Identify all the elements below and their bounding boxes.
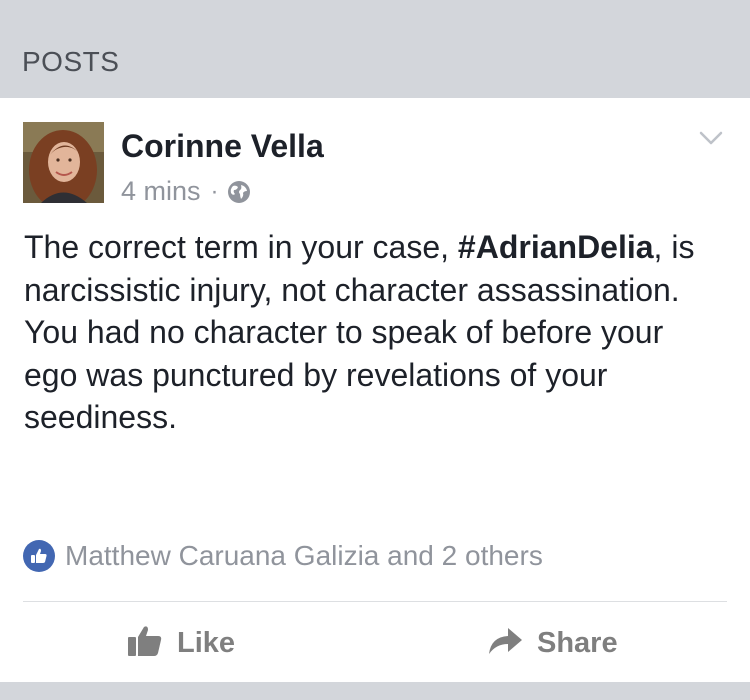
avatar[interactable]	[23, 122, 104, 203]
divider	[23, 601, 727, 602]
globe-icon	[227, 180, 251, 204]
like-label: Like	[177, 626, 236, 659]
post-card: Corinne Vella 4 mins · The correct term …	[0, 98, 750, 682]
author-name[interactable]: Corinne Vella	[121, 128, 324, 165]
post-text-start: The correct term in your case,	[24, 229, 458, 265]
like-button[interactable]: Like	[127, 618, 235, 668]
meta-separator: ·	[210, 177, 219, 205]
share-label: Share	[537, 626, 618, 659]
feed-separator	[0, 682, 750, 700]
thumbs-up-icon	[127, 624, 163, 663]
share-button[interactable]: Share	[487, 618, 618, 668]
post-time[interactable]: 4 mins	[121, 176, 201, 207]
posts-section-header: POSTS	[0, 0, 750, 98]
reaction-names[interactable]: Matthew Caruana Galizia and 2 others	[65, 540, 543, 572]
section-title: POSTS	[22, 46, 120, 77]
hashtag-link[interactable]: #AdrianDelia	[458, 229, 654, 265]
chevron-down-icon[interactable]	[698, 128, 724, 148]
share-arrow-icon	[487, 626, 523, 661]
thumbs-up-icon	[23, 540, 55, 572]
reactions-summary[interactable]: Matthew Caruana Galizia and 2 others	[23, 538, 543, 574]
post-body: The correct term in your case, #AdrianDe…	[24, 226, 724, 439]
post-meta: 4 mins ·	[121, 176, 251, 207]
